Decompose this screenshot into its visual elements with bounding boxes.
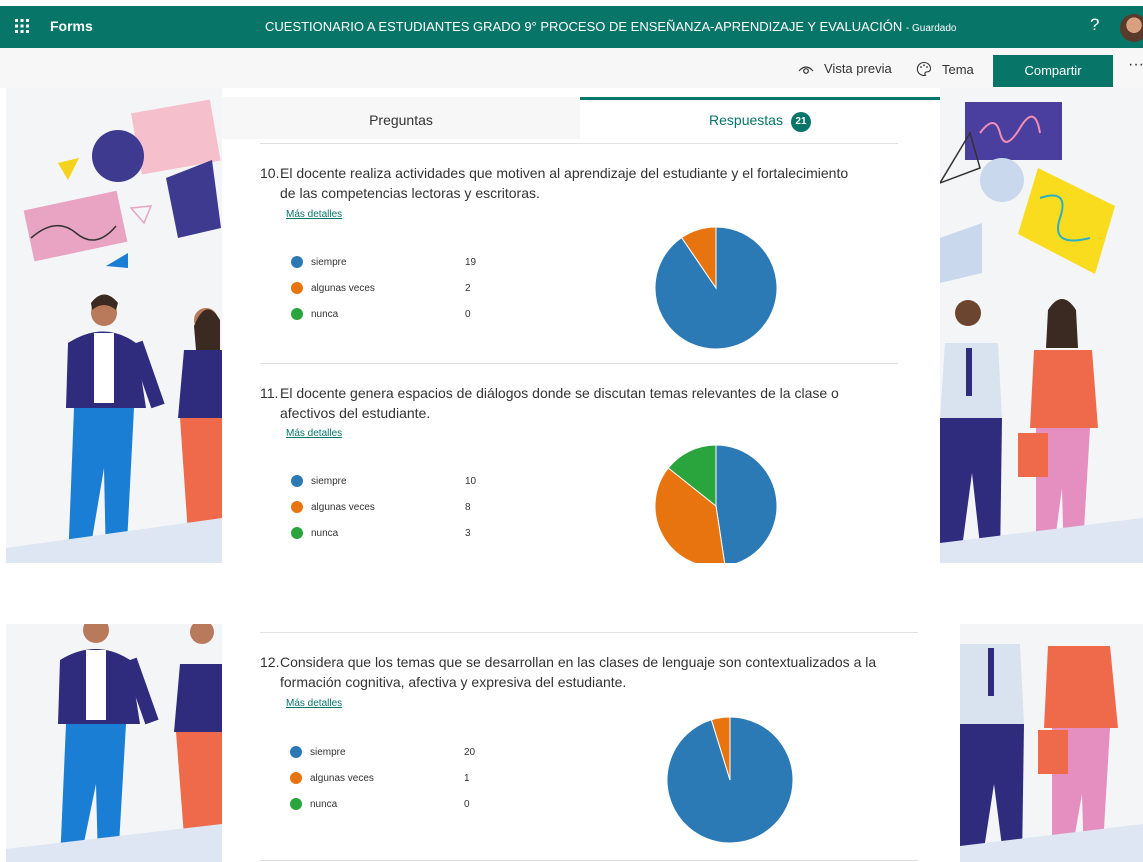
legend-count: 10 xyxy=(465,476,477,487)
divider xyxy=(260,860,918,861)
theme-button[interactable]: Tema xyxy=(916,61,974,77)
question-11: 11. El docente genera espacios de diálog… xyxy=(260,383,920,425)
command-bar: Vista previa Tema Compartir ··· xyxy=(0,48,1143,88)
question-text-line2: de las competencias lectoras y escritora… xyxy=(280,185,540,201)
tab-responses[interactable]: Respuestas 21 xyxy=(580,97,940,139)
legend-label: siempre xyxy=(311,476,347,487)
avatar[interactable] xyxy=(1120,14,1143,42)
divider xyxy=(260,363,898,364)
legend-label: nunca xyxy=(310,799,338,810)
more-details-link[interactable]: Más detalles xyxy=(286,209,342,220)
tab-questions[interactable]: Preguntas xyxy=(222,97,580,139)
pie-chart-q12 xyxy=(666,716,794,844)
legend-item: algunas veces 1 xyxy=(290,772,490,786)
question-text-line2: afectivos del estudiante. xyxy=(280,405,431,421)
pie-slice-siempre[interactable] xyxy=(715,444,778,563)
right-illustration-lower xyxy=(960,624,1143,862)
legend-item: nunca 0 xyxy=(291,308,491,322)
question-text-line1: El docente genera espacios de diálogos d… xyxy=(280,385,839,401)
palette-icon xyxy=(916,61,932,77)
form-title: CUESTIONARIO A ESTUDIANTES GRADO 9° PROC… xyxy=(265,19,957,34)
responses-count-badge: 21 xyxy=(790,112,811,132)
question-number: 11. xyxy=(260,385,279,401)
eye-icon xyxy=(798,65,814,74)
pie-chart-q11 xyxy=(654,444,778,563)
legend-item: siempre 20 xyxy=(290,746,490,760)
pie-chart-q10 xyxy=(654,226,778,350)
lower-section: 12. Considera que los temas que se desar… xyxy=(0,608,1143,862)
legend-item: nunca 3 xyxy=(291,527,491,541)
legend-count: 1 xyxy=(464,773,470,784)
divider xyxy=(260,143,898,144)
save-status: - Guardado xyxy=(905,23,957,34)
form-title-text: CUESTIONARIO A ESTUDIANTES GRADO 9° PROC… xyxy=(265,19,903,34)
legend-dot xyxy=(290,746,302,758)
question-text-line1: El docente realiza actividades que motiv… xyxy=(280,165,849,181)
preview-button[interactable]: Vista previa xyxy=(798,61,892,76)
brand-label[interactable]: Forms xyxy=(50,18,93,34)
legend-dot xyxy=(290,772,302,784)
tab-bar: Preguntas Respuestas 21 xyxy=(222,97,940,139)
legend-label: algunas veces xyxy=(311,283,375,294)
tab-questions-label: Preguntas xyxy=(369,112,433,128)
legend-label: nunca xyxy=(311,309,339,320)
legend-dot xyxy=(291,308,303,320)
legend-count: 2 xyxy=(465,283,471,294)
legend-label: algunas veces xyxy=(310,773,374,784)
preview-label: Vista previa xyxy=(824,61,892,76)
legend-count: 0 xyxy=(465,309,471,320)
legend-dot xyxy=(291,501,303,513)
legend-count: 20 xyxy=(464,747,476,758)
help-icon[interactable]: ? xyxy=(1090,15,1099,35)
legend-item: algunas veces 2 xyxy=(291,282,491,296)
share-button[interactable]: Compartir xyxy=(993,55,1113,87)
legend-item: siempre 19 xyxy=(291,256,491,270)
theme-label: Tema xyxy=(942,61,974,77)
legend-label: nunca xyxy=(311,528,339,539)
question-10: 10. El docente realiza actividades que m… xyxy=(260,163,920,205)
divider xyxy=(260,632,918,633)
legend-item: siempre 10 xyxy=(291,475,491,489)
legend-label: siempre xyxy=(310,747,346,758)
legend-dot xyxy=(291,527,303,539)
legend-dot xyxy=(291,256,303,268)
waffle-icon[interactable] xyxy=(14,18,32,36)
responses-card: Preguntas Respuestas 21 10. El docente re… xyxy=(222,97,940,563)
legend-dot xyxy=(291,282,303,294)
question-text-line1: Considera que los temas que se desarroll… xyxy=(280,654,877,670)
legend-count: 19 xyxy=(465,257,477,268)
more-icon[interactable]: ··· xyxy=(1128,56,1143,74)
legend-count: 3 xyxy=(465,528,471,539)
more-details-link[interactable]: Más detalles xyxy=(286,698,342,709)
legend-count: 0 xyxy=(464,799,470,810)
question-number: 10. xyxy=(260,165,280,181)
app-header: Forms CUESTIONARIO A ESTUDIANTES GRADO 9… xyxy=(0,6,1143,48)
right-illustration xyxy=(940,88,1143,563)
legend-label: siempre xyxy=(311,257,347,268)
question-number: 12. xyxy=(260,654,280,670)
legend-dot xyxy=(290,798,302,810)
tab-responses-label: Respuestas xyxy=(709,112,783,128)
question-12: 12. Considera que los temas que se desar… xyxy=(260,652,940,694)
legend-dot xyxy=(291,475,303,487)
legend-count: 8 xyxy=(465,502,471,513)
more-details-link[interactable]: Más detalles xyxy=(286,428,342,439)
legend-item: nunca 0 xyxy=(290,798,490,812)
legend-label: algunas veces xyxy=(311,502,375,513)
legend-item: algunas veces 8 xyxy=(291,501,491,515)
left-illustration-lower xyxy=(6,624,222,862)
left-illustration xyxy=(6,88,222,563)
question-text-line2: formación cognitiva, afectiva y expresiv… xyxy=(280,674,627,690)
